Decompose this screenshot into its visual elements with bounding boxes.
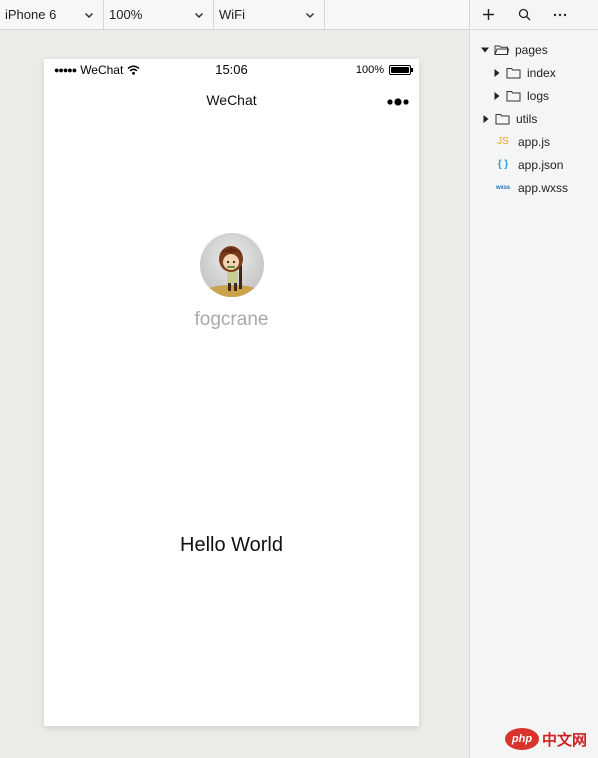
tree-label: utils <box>516 111 538 126</box>
avatar-image <box>200 233 264 297</box>
folder-icon <box>495 113 510 124</box>
panel-toolbar <box>470 0 598 30</box>
tree-label: index <box>527 65 556 80</box>
tree-label: logs <box>527 88 550 103</box>
chevron-down-icon <box>194 12 204 18</box>
tree-file-app-js[interactable]: JS app.js <box>470 130 598 153</box>
avatar[interactable] <box>200 233 264 297</box>
tree-file-app-json[interactable]: { } app.json <box>470 153 598 176</box>
watermark-text: 中文网 <box>542 731 588 749</box>
tree-folder-pages[interactable]: pages <box>470 38 598 61</box>
tree-folder-index[interactable]: index <box>470 61 598 84</box>
caret-down-icon <box>481 47 489 52</box>
zoom-select[interactable]: 100% <box>104 0 214 29</box>
file-panel: pages index logs utils JS app.js { } app… <box>469 0 598 758</box>
add-file-button[interactable] <box>470 0 506 30</box>
chevron-down-icon <box>305 12 315 18</box>
tree-folder-logs[interactable]: logs <box>470 84 598 107</box>
status-bar: ●●●●● WeChat 15:06 100% <box>44 59 419 81</box>
php-logo: php <box>505 728 539 750</box>
phone-screen: ●●●●● WeChat 15:06 100% WeChat fogcrane … <box>44 59 419 726</box>
site-watermark: php 中文网 <box>505 728 587 750</box>
caret-right-icon <box>494 91 500 100</box>
battery-icon <box>389 65 413 75</box>
chevron-down-icon <box>84 12 94 18</box>
caret-right-icon <box>483 114 489 123</box>
network-select[interactable]: WiFi <box>214 0 325 29</box>
more-icon <box>553 13 567 16</box>
battery-percent: 100% <box>355 64 384 76</box>
file-tree: pages index logs utils JS app.js { } app… <box>470 30 598 199</box>
tree-folder-utils[interactable]: utils <box>470 107 598 130</box>
network-select-value: WiFi <box>219 7 245 22</box>
tree-label: app.wxss <box>518 180 569 195</box>
js-file-icon: JS <box>497 136 509 147</box>
search-button[interactable] <box>506 0 542 30</box>
more-button[interactable] <box>542 0 578 30</box>
json-file-icon: { } <box>497 159 509 170</box>
folder-open-icon <box>494 45 509 55</box>
search-icon <box>518 8 530 21</box>
folder-icon <box>506 67 521 78</box>
battery-level <box>391 67 409 73</box>
wxss-file-icon: wxss <box>496 184 510 191</box>
device-select-value: iPhone 6 <box>5 7 57 22</box>
status-right: 100% <box>355 64 413 76</box>
nav-title: WeChat <box>206 92 257 108</box>
zoom-select-value: 100% <box>109 7 143 22</box>
navigation-bar: WeChat <box>44 81 419 123</box>
folder-icon <box>506 90 521 101</box>
tree-label: app.js <box>518 134 551 149</box>
hello-text: Hello World <box>180 534 283 556</box>
more-menu-icon[interactable] <box>387 95 409 109</box>
simulator-area: ●●●●● WeChat 15:06 100% WeChat fogcrane … <box>0 30 470 758</box>
tree-file-app-wxss[interactable]: wxss app.wxss <box>470 176 598 199</box>
tree-label: app.json <box>518 157 564 172</box>
caret-right-icon <box>494 68 500 77</box>
device-select[interactable]: iPhone 6 <box>0 0 104 29</box>
username: fogcrane <box>194 309 269 330</box>
plus-icon <box>482 9 494 20</box>
simulator-toolbar: iPhone 6 100% WiFi <box>0 0 470 30</box>
tree-label: pages <box>515 42 548 57</box>
